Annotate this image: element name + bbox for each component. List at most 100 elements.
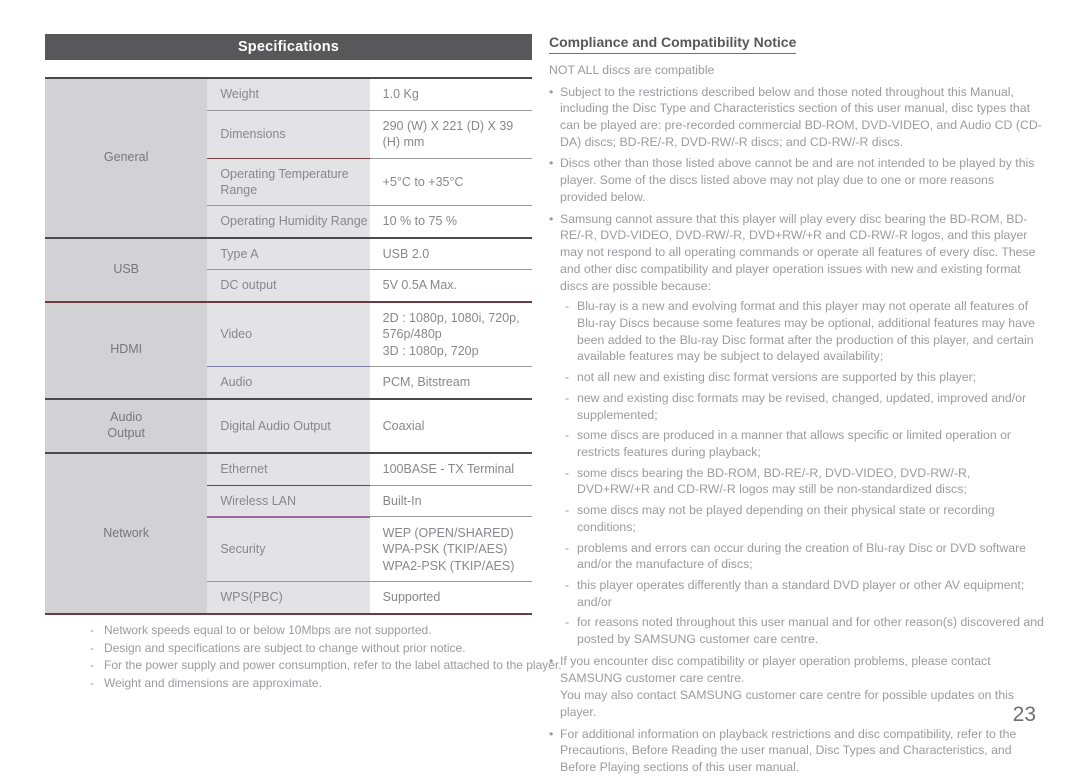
notice-sub-bullet: - Blu-ray is a new and evolving format a…	[565, 298, 1044, 365]
spec-item-value: 5V 0.5A Max.	[369, 270, 532, 301]
footnote-item: - Network speeds equal to or below 10Mbp…	[90, 622, 590, 640]
notice-sub-bullet-text: some discs are produced in a manner that…	[577, 428, 1012, 459]
notice-sub-bullet: - for reasons noted throughout this user…	[565, 614, 1044, 647]
notice-sub-bullet-text: not all new and existing disc format ver…	[577, 370, 977, 385]
spec-item-label: Digital Audio Output	[207, 399, 370, 453]
bullet-marker-icon: •	[549, 156, 554, 171]
spec-item-label: Security	[207, 517, 370, 582]
dash-marker-icon: -	[565, 503, 570, 518]
specifications-column: Specifications General Weight 1.0 Kg Dim…	[45, 34, 562, 690]
bullet-marker-icon: •	[549, 653, 554, 668]
spec-item-value: Supported	[369, 582, 532, 613]
dash-marker-icon: -	[565, 370, 570, 385]
notice-sub-bullet: - problems and errors can occur during t…	[565, 540, 1044, 573]
notice-bullet: • Samsung cannot assure that this player…	[549, 211, 1044, 295]
spec-item-label: Video	[207, 302, 370, 366]
footnote-item: - For the power supply and power consump…	[90, 657, 590, 675]
spec-item-value: WEP (OPEN/SHARED) WPA-PSK (TKIP/AES) WPA…	[369, 517, 532, 582]
dash-marker-icon: -	[565, 299, 570, 314]
spec-item-value: 2D : 1080p, 1080i, 720p, 576p/480p 3D : …	[369, 302, 532, 366]
spec-item-label: WPS(PBC)	[207, 582, 370, 613]
footnote-marker: -	[90, 640, 94, 655]
spec-item-label: Ethernet	[207, 454, 370, 485]
specifications-table: General Weight 1.0 Kg Dimensions 290 (W)…	[45, 77, 532, 615]
bullet-marker-icon: •	[549, 211, 554, 226]
group-label-general: General	[45, 79, 208, 237]
spec-item-value: USB 2.0	[369, 238, 532, 269]
spec-item-value: PCM, Bitstream	[369, 367, 532, 398]
bullet-marker-icon: •	[549, 726, 554, 741]
notice-sub-bullet: - not all new and existing disc format v…	[565, 369, 1044, 386]
dash-marker-icon: -	[565, 428, 570, 443]
dash-marker-icon: -	[565, 465, 570, 480]
notice-sub-bullet-text: some discs may not be played depending o…	[577, 503, 995, 534]
footnote-item: - Weight and dimensions are approximate.	[90, 675, 590, 693]
spec-item-label: Audio	[207, 367, 370, 398]
footnote-item: - Design and specifications are subject …	[90, 640, 590, 658]
notice-bullet-text: Samsung cannot assure that this player w…	[560, 211, 1036, 293]
dash-marker-icon: -	[565, 615, 570, 630]
notice-bullet-text: For additional information on playback r…	[560, 726, 1017, 775]
notice-intro: NOT ALL discs are compatible	[549, 63, 715, 77]
notice-bullet: • Discs other than those listed above ca…	[549, 155, 1044, 205]
specifications-title: Specifications	[237, 39, 340, 55]
notice-title: Compliance and Compatibility Notice	[549, 34, 797, 54]
table-row: General Weight 1.0 Kg	[45, 79, 532, 237]
group-label-hdmi: HDMI	[45, 302, 208, 398]
notice-sub-bullet-text: for reasons noted throughout this user m…	[577, 615, 1044, 647]
notice-bullet-text: Subject to the restrictions described be…	[560, 84, 1042, 149]
spec-item-label: Operating Temperature Range	[207, 158, 370, 205]
notice-bullet-text: Discs other than those listed above cann…	[560, 156, 1035, 204]
notice-sub-bullet-text: Blu-ray is a new and evolving format and…	[577, 299, 1035, 364]
group-label-network: Network	[45, 454, 208, 613]
group-label-audio-output: Audio Output	[45, 399, 208, 453]
footnote-text: Design and specifications are subject to…	[104, 640, 466, 655]
notice-sub-bullet: - some discs may not be played depending…	[565, 502, 1044, 535]
spec-item-value: 10 % to 75 %	[369, 206, 532, 237]
notice-bullet: • For additional information on playback…	[549, 726, 1044, 776]
notice-bullet-text: If you encounter disc compatibility or p…	[560, 653, 991, 685]
footnote-marker: -	[90, 623, 94, 637]
spec-item-label: Operating Humidity Range	[207, 206, 370, 237]
notice-sub-bullet: - some discs bearing the BD-ROM, BD-RE/-…	[565, 465, 1044, 498]
spec-item-value: 100BASE - TX Terminal	[369, 454, 532, 485]
specifications-header-bar: Specifications	[45, 34, 532, 60]
table-row: Network Ethernet 100BASE - TX Terminal	[45, 454, 532, 613]
dash-marker-icon: -	[565, 540, 570, 555]
spec-item-label: Dimensions	[207, 110, 370, 158]
notice-sub-bullet-text: problems and errors can occur during the…	[577, 540, 1027, 572]
spec-item-value: Coaxial	[369, 399, 532, 453]
specifications-footnotes: - Network speeds equal to or below 10Mbp…	[90, 622, 590, 693]
footnote-text: Weight and dimensions are approximate.	[104, 675, 322, 690]
footnote-text: For the power supply and power consumpti…	[104, 658, 562, 673]
notice-bullet: • If you encounter disc compatibility or…	[549, 653, 1044, 686]
spec-item-label: Type A	[207, 238, 370, 269]
spec-item-value: 290 (W) X 221 (D) X 39 (H) mm	[369, 110, 532, 158]
notice-sub-bullet-text: some discs bearing the BD-ROM, BD-RE/-R,…	[577, 465, 971, 497]
spec-item-label: Wireless LAN	[207, 485, 370, 517]
page-number: 23	[1012, 703, 1036, 726]
notice-sub-bullet: - some discs are produced in a manner th…	[565, 427, 1044, 460]
notice-sub-bullet-text: new and existing disc formats may be rev…	[577, 390, 1027, 422]
spec-item-value: +5°C to +35°C	[369, 158, 532, 205]
group-label-usb: USB	[45, 238, 208, 301]
notice-bullet-list: • Subject to the restrictions described …	[549, 84, 1044, 776]
spec-item-label: DC output	[207, 270, 370, 301]
footnote-text: Network speeds equal to or below 10Mbps …	[104, 623, 432, 637]
notice-sub-bullet-list: - Blu-ray is a new and evolving format a…	[549, 298, 1044, 648]
dash-marker-icon: -	[565, 390, 570, 405]
notice-bullet: • Subject to the restrictions described …	[549, 84, 1044, 151]
spec-item-value: 1.0 Kg	[369, 79, 532, 110]
compliance-notice-column: Compliance and Compatibility Notice NOT …	[549, 34, 1044, 776]
table-row: HDMI Video 2D : 1080p, 1080i, 720p, 576p…	[45, 302, 532, 398]
footnote-marker: -	[90, 675, 94, 690]
table-row: USB Type A USB 2.0	[45, 238, 532, 301]
spec-item-value: Built-In	[369, 485, 532, 517]
dash-marker-icon: -	[565, 578, 570, 592]
notice-sub-bullet: - this player operates differently than …	[565, 577, 1044, 610]
bullet-marker-icon: •	[549, 84, 554, 99]
table-row: Audio Output Digital Audio Output Coaxia…	[45, 399, 532, 453]
notice-sub-bullet-text: this player operates differently than a …	[577, 578, 1025, 609]
footnote-marker: -	[90, 658, 94, 673]
spec-item-label: Weight	[207, 79, 370, 110]
